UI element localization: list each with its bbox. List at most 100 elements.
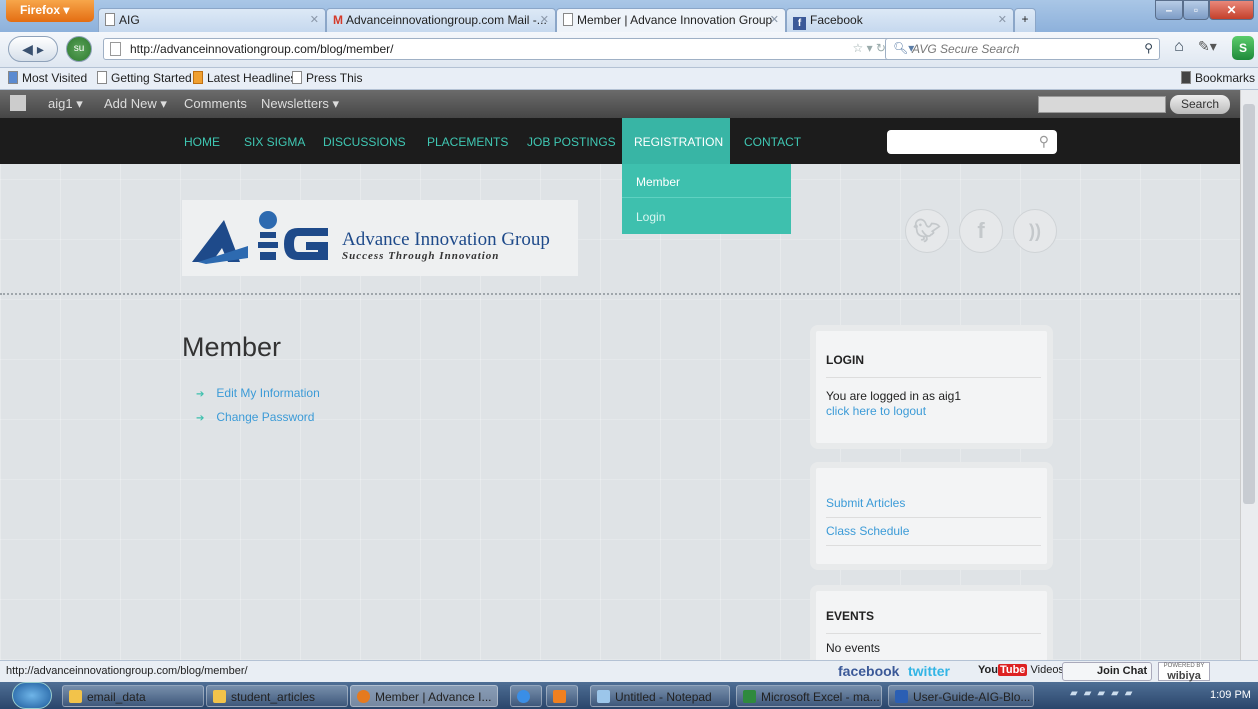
arrow-icon: ➔ xyxy=(196,389,205,400)
admin-search-button[interactable]: Search xyxy=(1170,95,1230,114)
scrollbar-thumb[interactable] xyxy=(1243,104,1255,504)
nav-home[interactable]: HOME xyxy=(184,135,220,149)
nav-contact[interactable]: CONTACT xyxy=(744,135,801,149)
status-url: http://advanceinnovationgroup.com/blog/m… xyxy=(6,665,248,677)
bookmarks-toolbar: Most Visited Getting Started Latest Head… xyxy=(0,68,1258,90)
rss-icon[interactable]: )) xyxy=(1013,209,1057,253)
taskbar-student-articles[interactable]: student_articles xyxy=(206,685,348,707)
back-forward-button[interactable]: ◀ ▸ xyxy=(8,36,58,62)
admin-newsletters[interactable]: Newsletters ▾ xyxy=(261,96,339,112)
admin-search-input[interactable] xyxy=(1038,96,1166,113)
twitter-icon[interactable]: 🐦︎ xyxy=(905,209,949,253)
wibiya-badge[interactable]: POWERED BY wibiya xyxy=(1158,662,1210,682)
search-engine-icon[interactable]: 🔍︎▾ xyxy=(893,41,914,55)
bookmark-getting-started[interactable]: Getting Started xyxy=(97,71,192,85)
taskbar-firefox[interactable]: Member | Advance I... xyxy=(350,685,498,707)
addon-icon[interactable]: ✎▾ xyxy=(1198,38,1228,60)
page-icon xyxy=(105,13,115,26)
registration-dropdown: Member Login xyxy=(622,164,791,234)
taskbar-email-data[interactable]: email_data xyxy=(62,685,204,707)
gmail-icon: M xyxy=(333,13,343,27)
home-icon[interactable]: ⌂ xyxy=(1168,38,1190,60)
youtube-link[interactable]: You Tube Videos xyxy=(978,664,1064,676)
taskbar-ie[interactable] xyxy=(510,685,542,707)
stumbleupon-icon[interactable]: su xyxy=(66,36,92,62)
taskbar-notepad[interactable]: Untitled - Notepad xyxy=(590,685,730,707)
close-icon[interactable]: ✕ xyxy=(998,13,1007,26)
bookmark-press-this[interactable]: Press This xyxy=(292,71,362,85)
skype-icon[interactable]: S xyxy=(1232,36,1254,60)
logout-link[interactable]: click here to logout xyxy=(826,404,926,418)
close-icon[interactable]: ✕ xyxy=(310,13,319,26)
page-icon xyxy=(97,71,107,84)
bookmark-latest-headlines[interactable]: Latest Headlines xyxy=(193,71,296,85)
tab-aig[interactable]: AIG ✕ xyxy=(98,8,326,32)
taskbar-excel[interactable]: Microsoft Excel - ma... xyxy=(736,685,882,707)
widget-title: LOGIN xyxy=(826,353,1041,378)
nav-placements[interactable]: PLACEMENTS xyxy=(427,135,508,149)
search-bar[interactable]: 🔍︎▾ AVG Secure Search ⚲ xyxy=(885,38,1160,60)
site-logo[interactable]: Advance Innovation Group Success Through… xyxy=(182,200,578,276)
tab-mail[interactable]: M Advanceinnovationgroup.com Mail -... ✕ xyxy=(326,8,556,32)
nav-discussions[interactable]: DISCUSSIONS xyxy=(323,135,406,149)
links-widget: Submit Articles Class Schedule xyxy=(810,462,1053,570)
facebook-link[interactable]: facebook xyxy=(838,663,899,679)
page-icon xyxy=(292,71,302,84)
scrollbar[interactable] xyxy=(1240,90,1258,660)
list-item[interactable]: ➔ Edit My Information xyxy=(196,386,320,400)
nav-six-sigma[interactable]: SIX SIGMA xyxy=(244,135,305,149)
logo-tagline: Success Through Innovation xyxy=(342,250,500,262)
maximize-button[interactable]: ▫ xyxy=(1183,0,1209,20)
close-icon[interactable]: ✕ xyxy=(770,13,779,26)
admin-user-menu[interactable]: aig1 ▾ xyxy=(48,96,83,112)
reload-icon[interactable]: ☆ ▾ ↻ xyxy=(852,41,886,55)
start-button[interactable] xyxy=(12,682,52,709)
bookmarks-icon xyxy=(1181,71,1191,84)
notepad-icon xyxy=(597,690,610,703)
folder-icon xyxy=(213,690,226,703)
taskbar-media[interactable] xyxy=(546,685,578,707)
nav-registration[interactable]: REGISTRATION xyxy=(622,118,730,164)
login-status-text: You are logged in as aig1 xyxy=(826,389,961,403)
url-bar[interactable]: http://advanceinnovationgroup.com/blog/m… xyxy=(103,38,893,60)
search-icon[interactable]: ⚲ xyxy=(1039,133,1049,150)
ie-icon xyxy=(517,690,530,703)
wp-admin-bar: aig1 ▾ Add New ▾ Comments Newsletters ▾ … xyxy=(0,90,1240,118)
close-icon[interactable]: ✕ xyxy=(540,13,549,26)
most-visited-icon xyxy=(8,71,18,84)
widget-title: EVENTS xyxy=(826,609,1041,634)
bookmark-most-visited[interactable]: Most Visited xyxy=(8,71,87,85)
admin-add-new[interactable]: Add New ▾ xyxy=(104,96,167,112)
dropdown-member[interactable]: Member xyxy=(622,164,791,198)
twitter-link[interactable]: twitter xyxy=(908,663,950,679)
site-search-input[interactable]: ⚲ xyxy=(887,130,1057,154)
class-schedule-link[interactable]: Class Schedule xyxy=(826,524,1041,546)
tab-facebook[interactable]: f Facebook ✕ xyxy=(786,8,1014,32)
join-chat-button[interactable]: Join Chat xyxy=(1062,662,1152,681)
word-icon xyxy=(895,690,908,703)
folder-icon xyxy=(69,690,82,703)
facebook-icon[interactable]: f xyxy=(959,209,1003,253)
minimize-button[interactable]: – xyxy=(1155,0,1183,20)
nav-job-postings[interactable]: JOB POSTINGS xyxy=(527,135,616,149)
new-tab-button[interactable]: + xyxy=(1014,8,1036,32)
bookmarks-menu[interactable]: Bookmarks xyxy=(1181,71,1255,85)
aig-logo-icon xyxy=(192,211,328,264)
dropdown-login[interactable]: Login xyxy=(622,199,791,233)
clock[interactable]: 1:09 PM xyxy=(1210,689,1251,701)
system-tray-icons[interactable]: ▰▰▰▰▰ xyxy=(1070,688,1200,704)
firefox-menu-button[interactable]: Firefox ▾ xyxy=(6,0,94,22)
list-item[interactable]: ➔ Change Password xyxy=(196,410,314,424)
close-window-button[interactable]: ✕ xyxy=(1209,0,1254,20)
arrow-icon: ➔ xyxy=(196,413,205,424)
media-icon xyxy=(553,690,566,703)
search-icon[interactable]: ⚲ xyxy=(1144,41,1153,55)
avatar[interactable] xyxy=(10,95,26,111)
submit-articles-link[interactable]: Submit Articles xyxy=(826,496,1041,518)
page-icon xyxy=(563,13,573,26)
admin-comments[interactable]: Comments xyxy=(184,96,247,111)
login-widget: LOGIN You are logged in as aig1 click he… xyxy=(810,325,1053,449)
tab-member[interactable]: Member | Advance Innovation Group ✕ xyxy=(556,8,786,32)
rss-icon xyxy=(193,71,203,84)
taskbar-word[interactable]: User-Guide-AIG-Blo... xyxy=(888,685,1034,707)
